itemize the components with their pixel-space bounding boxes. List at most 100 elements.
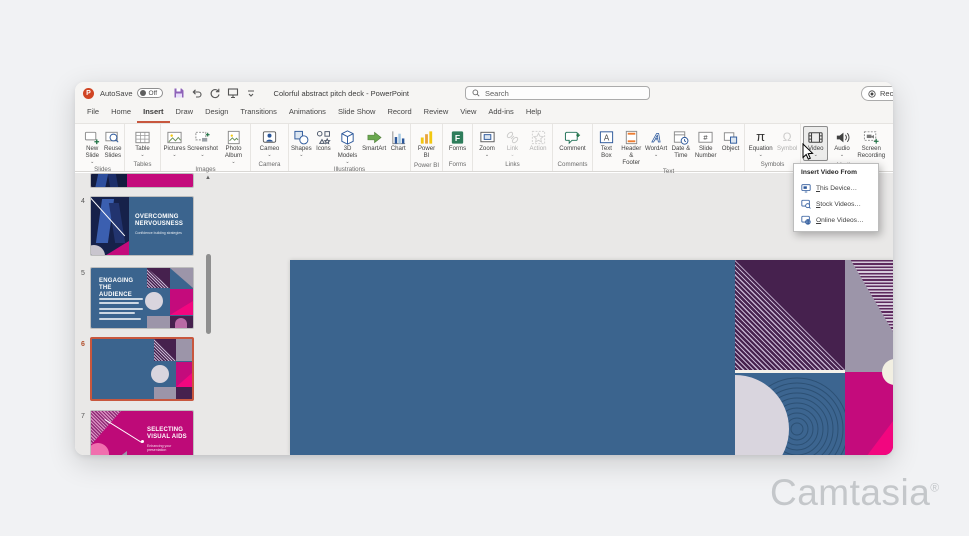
group-label-links: Links	[505, 161, 520, 168]
thumb-subtitle: Enhancing your presentation	[147, 444, 172, 452]
group-label-forms: Forms	[448, 161, 467, 168]
audio-icon	[834, 128, 851, 146]
tab-insert[interactable]: Insert	[137, 103, 170, 123]
smartart-icon	[366, 128, 383, 146]
group-forms: F Forms Forms	[443, 124, 473, 171]
slide-canvas[interactable]	[290, 260, 893, 455]
dropdown-arrow-icon: ⌄	[758, 151, 763, 158]
svg-text:A: A	[604, 133, 610, 142]
icons-icon	[315, 128, 332, 146]
thumb-subtitle: Confidence building strategies	[135, 231, 182, 235]
dropdown-arrow-icon: ⌄	[200, 151, 205, 158]
slide-number-icon: #	[697, 128, 714, 146]
panel-scrollbar[interactable]	[206, 254, 211, 334]
this-device-icon	[801, 183, 811, 193]
tab-help[interactable]: Help	[520, 103, 547, 123]
tab-design[interactable]: Design	[199, 103, 234, 123]
save-icon[interactable]	[172, 86, 186, 100]
tab-view[interactable]: View	[454, 103, 482, 123]
redo-icon[interactable]	[208, 86, 222, 100]
record-button[interactable]: Record	[861, 86, 893, 101]
symbol-icon: Ω	[782, 130, 792, 144]
group-label-power-bi: Power BI	[413, 161, 440, 169]
undo-icon[interactable]	[190, 86, 204, 100]
comment-button[interactable]: Comment	[557, 126, 588, 160]
dropdown-title: Insert Video From	[801, 169, 857, 176]
present-from-beginning-icon[interactable]	[226, 86, 240, 100]
thumb-title: SELECTING VISUAL AIDS	[147, 427, 187, 440]
slide-thumbnail-4[interactable]: OVERCOMING NERVOUSNESS Confidence buildi…	[90, 196, 194, 256]
pictures-button[interactable]: Pictures ⌄	[162, 126, 187, 165]
shapes-icon	[293, 128, 310, 146]
shapes-button[interactable]: Shapes ⌄	[290, 126, 313, 165]
slide-thumbnail-5[interactable]: ENGAGING THE AUDIENCE	[90, 267, 194, 329]
dropdown-arrow-icon: ⌄	[653, 151, 659, 158]
reuse-slides-button[interactable]: Reuse Slides	[103, 126, 124, 165]
tab-add-ins[interactable]: Add-ins	[482, 103, 519, 123]
object-button[interactable]: Object	[718, 126, 743, 167]
menu-item-this-device[interactable]: This Device…	[794, 180, 878, 196]
group-text: A Text Box Header & Footer A WordArt ⌄ D…	[593, 124, 745, 175]
tab-slide-show[interactable]: Slide Show	[332, 103, 382, 123]
autosave-state: Off	[148, 89, 158, 97]
forms-icon: F	[449, 128, 466, 146]
zoom-button[interactable]: Zoom ⌄	[475, 126, 500, 160]
photo-album-icon	[225, 128, 242, 146]
search-input[interactable]: Search	[465, 86, 650, 100]
workspace: ▲ 4 OVERCOMING NERVOUSNESS Confidence bu…	[75, 173, 893, 455]
screenshot-button[interactable]: Screenshot ⌄	[187, 126, 218, 165]
svg-text:F: F	[455, 132, 460, 142]
slide-number-4: 4	[81, 198, 85, 205]
thumb-title: OVERCOMING NERVOUSNESS	[135, 214, 184, 227]
new-slide-button[interactable]: New Slide ⌄	[82, 126, 103, 165]
dropdown-arrow-icon: ⌄	[510, 151, 515, 158]
chart-button[interactable]: Chart	[387, 126, 409, 165]
date-time-icon	[672, 128, 689, 146]
ribbon: New Slide ⌄ Reuse Slides Slides Table ⌄ …	[75, 124, 893, 175]
forms-button[interactable]: F Forms	[445, 126, 470, 160]
tab-record[interactable]: Record	[381, 103, 417, 123]
group-comments: Comment Comments	[553, 124, 593, 171]
text-box-button[interactable]: A Text Box	[594, 126, 619, 167]
group-power-bi: Power BI Power BI	[411, 124, 443, 171]
tab-transitions[interactable]: Transitions	[234, 103, 282, 123]
slide-thumbnail-7[interactable]: SELECTING VISUAL AIDS Enhancing your pre…	[90, 410, 194, 455]
slide-thumbnail-3-partial[interactable]	[90, 173, 194, 188]
tab-review[interactable]: Review	[418, 103, 455, 123]
link-button: Link ⌄	[500, 126, 525, 160]
wordart-button[interactable]: A WordArt ⌄	[644, 126, 669, 167]
icons-button[interactable]: Icons	[313, 126, 335, 165]
menu-item-online-videos[interactable]: Online Videos…	[794, 212, 878, 228]
stock-videos-icon	[801, 199, 811, 209]
cameo-button[interactable]: Cameo ⌄	[257, 126, 282, 160]
tab-file[interactable]: File	[81, 103, 105, 123]
smartart-button[interactable]: SmartArt	[361, 126, 388, 165]
tab-animations[interactable]: Animations	[283, 103, 332, 123]
search-placeholder: Search	[485, 88, 509, 98]
power-bi-button[interactable]: Power BI	[414, 126, 439, 161]
header-footer-button[interactable]: Header & Footer	[619, 126, 644, 167]
customize-qat-icon[interactable]	[244, 86, 258, 100]
photo-album-button[interactable]: Photo Album ⌄	[218, 126, 249, 165]
dropdown-arrow-icon: ⌄	[231, 158, 236, 165]
group-label-camera: Camera	[258, 161, 281, 168]
tab-home[interactable]: Home	[105, 103, 137, 123]
screen-recording-button[interactable]: Screen Recording	[856, 126, 887, 161]
menu-item-stock-videos[interactable]: Stock Videos…	[794, 196, 878, 212]
dropdown-arrow-icon: ⌄	[839, 151, 845, 158]
tab-draw[interactable]: Draw	[170, 103, 200, 123]
ribbon-tabs: File Home Insert Draw Design Transitions…	[75, 104, 893, 124]
table-button[interactable]: Table ⌄	[130, 126, 155, 160]
dropdown-arrow-icon: ⌄	[345, 158, 350, 165]
3d-models-button[interactable]: 3D Models ⌄	[334, 126, 361, 165]
dropdown-arrow-icon: ⌄	[484, 151, 490, 158]
audio-button[interactable]: Audio ⌄	[830, 126, 855, 161]
slide-thumbnail-panel: ▲ 4 OVERCOMING NERVOUSNESS Confidence bu…	[75, 173, 217, 455]
scroll-up-arrow[interactable]: ▲	[205, 175, 211, 181]
equation-button[interactable]: π Equation ⌄	[746, 126, 775, 160]
slide-thumbnail-6-selected[interactable]	[90, 337, 194, 401]
slide-number-button[interactable]: # Slide Number	[693, 126, 718, 167]
date-time-button[interactable]: Date & Time	[668, 126, 693, 167]
dropdown-arrow-icon: ⌄	[90, 158, 95, 165]
autosave-toggle[interactable]: Off	[136, 88, 163, 98]
